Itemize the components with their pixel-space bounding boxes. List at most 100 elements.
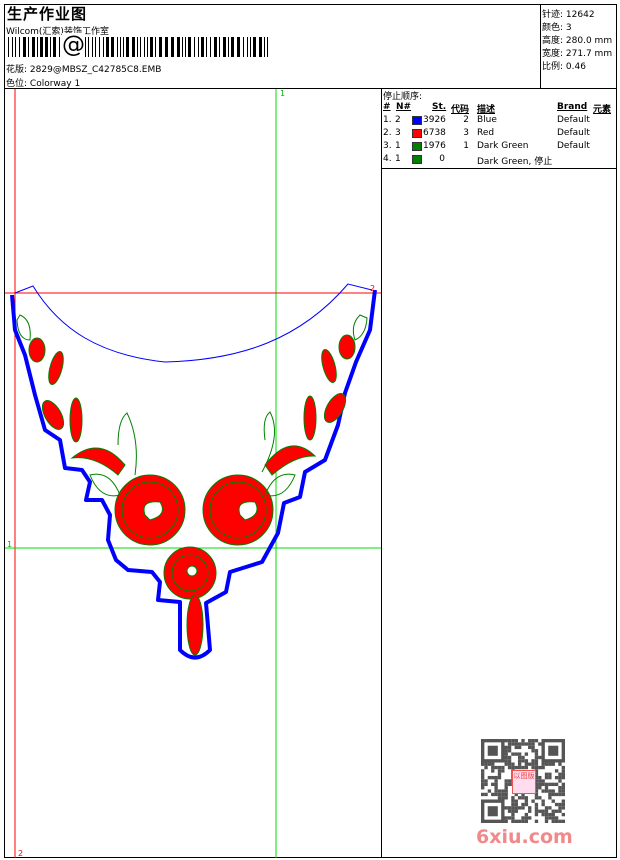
barcode-bar bbox=[177, 37, 180, 57]
barcode-bar bbox=[32, 37, 35, 57]
qr-module bbox=[507, 739, 512, 743]
qr-module bbox=[511, 742, 515, 746]
qr-module bbox=[504, 789, 508, 793]
barcode-bar bbox=[88, 37, 89, 57]
qr-module bbox=[517, 806, 522, 810]
barcode-bar bbox=[237, 37, 240, 57]
qr-module bbox=[484, 782, 488, 787]
qr-module bbox=[504, 759, 508, 763]
barcode-bar bbox=[117, 37, 118, 57]
qr-module bbox=[538, 779, 542, 783]
qr-module bbox=[544, 809, 549, 813]
qr-module bbox=[494, 789, 498, 793]
qr-module bbox=[551, 816, 555, 820]
barcode-bar bbox=[150, 37, 153, 57]
qr-module bbox=[561, 806, 565, 810]
qr-module bbox=[517, 765, 522, 770]
qr-module bbox=[561, 792, 565, 797]
qr-module bbox=[507, 745, 512, 750]
info-stitches: 针迹: 12642 bbox=[542, 10, 595, 20]
info-height: 高度: 280.0 mm bbox=[542, 36, 613, 46]
design-file-value: 2829@MBSZ_C42785C8.EMB bbox=[29, 65, 162, 75]
color-swatch bbox=[412, 155, 422, 164]
qr-module bbox=[504, 745, 508, 750]
qr-module bbox=[541, 789, 545, 793]
qr-module bbox=[501, 765, 505, 770]
qr-module bbox=[511, 819, 515, 823]
qr-module bbox=[551, 809, 555, 813]
qr-module bbox=[514, 752, 518, 756]
qr-module bbox=[558, 762, 562, 766]
qr-module bbox=[517, 752, 522, 756]
qr-module bbox=[487, 775, 492, 780]
qr-module bbox=[541, 809, 545, 813]
qr-module bbox=[531, 765, 535, 770]
barcode-bar bbox=[137, 37, 138, 57]
qr-module bbox=[544, 819, 549, 823]
qr-module bbox=[538, 786, 542, 790]
qr-module bbox=[494, 775, 498, 780]
qr-module bbox=[534, 759, 539, 763]
qr-module bbox=[544, 816, 549, 820]
qr-module bbox=[534, 739, 539, 743]
qr-module bbox=[544, 812, 549, 817]
qr-module bbox=[517, 759, 522, 763]
qr-module bbox=[541, 802, 545, 807]
qr-module bbox=[558, 792, 562, 797]
qr-module bbox=[521, 819, 525, 823]
barcode-bar bbox=[8, 37, 9, 57]
qr-module bbox=[511, 752, 515, 756]
qr-module bbox=[534, 819, 539, 823]
barcode-bar bbox=[219, 37, 220, 57]
qr-module bbox=[558, 786, 562, 790]
qr-module bbox=[514, 799, 518, 803]
qr-module bbox=[561, 812, 565, 817]
qr-module bbox=[534, 749, 539, 753]
barcode bbox=[8, 37, 268, 57]
barcode-bar bbox=[206, 37, 207, 57]
stamp-seal: 以图版 bbox=[512, 770, 536, 794]
qr-module bbox=[558, 775, 562, 780]
qr-module bbox=[548, 772, 552, 776]
qr-module bbox=[521, 802, 525, 807]
qr-module bbox=[534, 762, 539, 766]
qr-module bbox=[561, 819, 565, 823]
table-row: 4. 1 0 Dark Green, 停止 bbox=[383, 154, 553, 167]
qr-module bbox=[538, 765, 542, 770]
barcode-bar bbox=[99, 37, 100, 57]
qr-module bbox=[554, 769, 559, 773]
qr-module bbox=[521, 742, 525, 746]
qr-module bbox=[528, 809, 532, 813]
barcode-bar bbox=[103, 37, 104, 57]
barcode-bar bbox=[264, 37, 265, 57]
qr-module bbox=[541, 765, 545, 770]
qr-module bbox=[538, 755, 542, 760]
qr-module bbox=[534, 812, 539, 817]
qr-module bbox=[507, 759, 512, 763]
barcode-bar bbox=[198, 37, 199, 57]
barcode-bar bbox=[267, 37, 268, 57]
qr-module bbox=[561, 775, 565, 780]
qr-module bbox=[484, 765, 488, 770]
qr-module bbox=[524, 762, 529, 766]
qr-module bbox=[507, 762, 512, 766]
qr-module bbox=[541, 812, 545, 817]
colorway: 色位: Colorway 1 bbox=[6, 79, 81, 89]
qr-module bbox=[507, 809, 512, 813]
qr-module bbox=[517, 755, 522, 760]
qr-module bbox=[501, 789, 505, 793]
qr-module bbox=[504, 762, 508, 766]
qr-module bbox=[494, 782, 498, 787]
table-header: # N# St. 代码 描述 Brand 元素 bbox=[383, 102, 612, 115]
qr-module bbox=[524, 802, 529, 807]
qr-module bbox=[521, 816, 525, 820]
barcode-bar bbox=[223, 37, 226, 57]
qr-module bbox=[487, 762, 492, 766]
barcode-bar bbox=[214, 37, 217, 57]
qr-module bbox=[551, 819, 555, 823]
qr-module bbox=[497, 772, 502, 776]
qr-module bbox=[531, 759, 535, 763]
barcode-bar bbox=[132, 37, 135, 57]
qr-module bbox=[548, 775, 552, 780]
qr-module bbox=[484, 792, 488, 797]
